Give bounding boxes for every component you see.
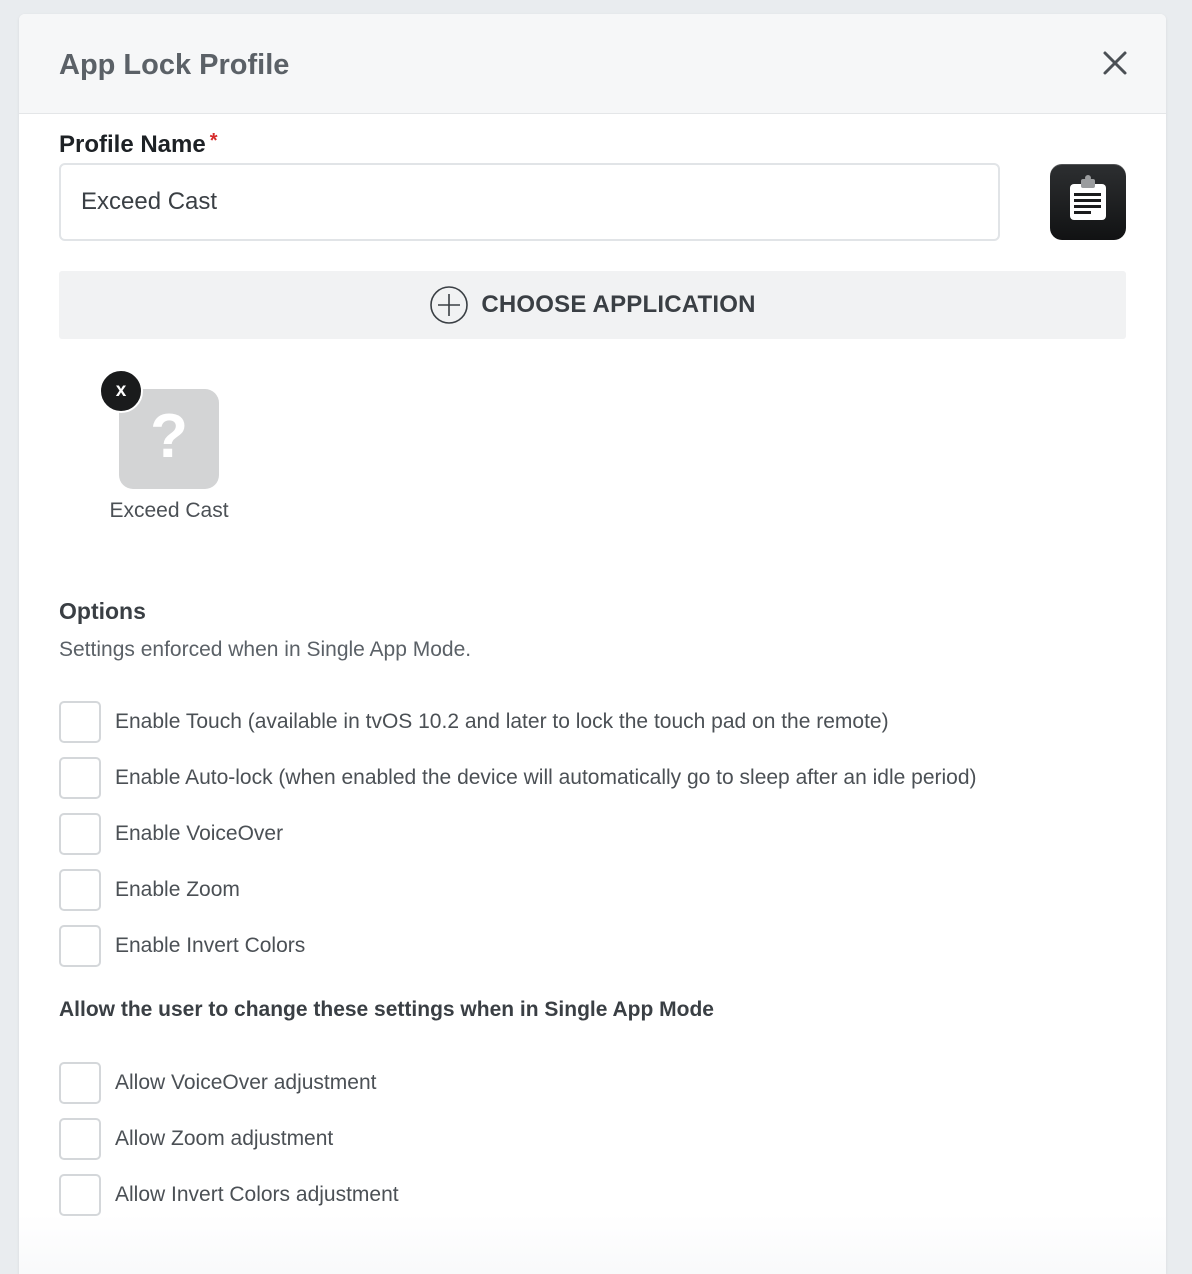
allow-zoom-adjustment-checkbox[interactable] [59,1118,101,1160]
close-icon [1103,51,1127,75]
allow-voiceover-adjustment-checkbox[interactable] [59,1062,101,1104]
user-setting-row: Allow VoiceOver adjustment [59,1062,376,1104]
clipboard-icon [1070,175,1106,220]
user-setting-label: Allow Invert Colors adjustment [115,1183,399,1206]
user-settings-title: Allow the user to change these settings … [59,998,714,1021]
enable-touch-checkbox[interactable] [59,701,101,743]
profile-name-label-text: Profile Name [59,131,206,158]
option-label: Enable VoiceOver [115,822,284,845]
option-row: Enable Auto-lock (when enabled the devic… [59,757,977,799]
allow-invert-colors-adjustment-checkbox[interactable] [59,1174,101,1216]
enable-voiceover-checkbox[interactable] [59,813,101,855]
question-mark-icon: ? [150,409,188,469]
enable-invert-colors-checkbox[interactable] [59,925,101,967]
svg-text:?: ? [150,409,188,469]
option-row: Enable Touch (available in tvOS 10.2 and… [59,701,889,743]
option-label: Enable Auto-lock (when enabled the devic… [115,766,977,789]
bottom-fade [19,1214,1166,1274]
plus-circle-icon [430,286,469,324]
option-label: Enable Touch (available in tvOS 10.2 and… [115,710,889,733]
close-button[interactable] [1100,48,1130,78]
app-lock-profile-modal: App Lock Profile Profile Name * Exceed C… [19,14,1166,1274]
app-name: Exceed Cast [109,499,229,522]
option-label: Enable Zoom [115,878,240,901]
modal-header: App Lock Profile [19,14,1166,114]
enable-auto-lock-checkbox[interactable] [59,757,101,799]
option-row: Enable Zoom [59,869,240,911]
user-setting-label: Allow VoiceOver adjustment [115,1071,377,1094]
option-label: Enable Invert Colors [115,934,306,957]
profile-name-input[interactable] [59,163,1000,241]
option-row: Enable Invert Colors [59,925,305,967]
options-description: Settings enforced when in Single App Mod… [59,638,472,661]
remove-app-button[interactable]: x [99,369,143,413]
user-setting-label: Allow Zoom adjustment [115,1127,334,1150]
modal-title: App Lock Profile [59,49,290,81]
option-row: Enable VoiceOver [59,813,283,855]
paste-clipboard-button[interactable] [1050,164,1126,240]
user-setting-row: Allow Zoom adjustment [59,1118,333,1160]
user-setting-row: Allow Invert Colors adjustment [59,1174,399,1216]
enable-zoom-checkbox[interactable] [59,869,101,911]
choose-application-button[interactable]: CHOOSE APPLICATION [59,271,1126,339]
options-title: Options [59,598,146,624]
profile-name-label: Profile Name * [59,130,218,159]
choose-application-label: CHOOSE APPLICATION [481,291,756,318]
required-marker: * [209,130,218,152]
